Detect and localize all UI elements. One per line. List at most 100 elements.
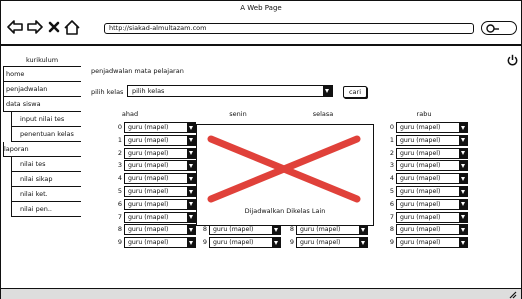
slot-number: 7 [117,212,122,221]
chevron-down-icon [187,148,195,158]
slot-number: 8 [389,225,394,234]
teacher-select-value: guru (mapel) [400,188,441,195]
logout-button[interactable] [507,54,518,68]
chevron-down-icon [187,238,195,248]
sidebar-item-nilai-ket[interactable]: nilai ket. [11,187,81,202]
kelas-label: pilih kelas [91,88,124,96]
sidebar-item-nilai-pen[interactable]: nilai pen.. [11,202,81,217]
teacher-select-value: guru (mapel) [128,175,169,183]
slot-number: 4 [389,174,394,183]
back-button[interactable] [7,16,23,38]
sidebar-item-penentuan-kelas[interactable]: penentuan kelas [11,127,81,142]
teacher-select-value: guru (mapel) [400,136,441,144]
slot-number: 1 [117,135,122,144]
sidebar-item-nilai-tes[interactable]: nilai tes [11,157,81,172]
teacher-select-ahad-4[interactable]: guru (mapel) [124,173,196,185]
teacher-select-value: guru (mapel) [400,200,441,208]
conflict-overlay: Dijadwalkan Dikelas Lain [196,124,374,226]
teacher-select-selasa-9[interactable]: guru (mapel) [296,237,368,249]
teacher-select-ahad-7[interactable]: guru (mapel) [124,211,196,223]
teacher-select-ahad-2[interactable]: guru (mapel) [124,147,196,159]
chevron-down-icon [187,225,195,235]
teacher-select-value: guru (mapel) [128,226,169,234]
chevron-down-icon [187,174,195,184]
slot-number: 6 [389,199,394,208]
chevron-down-icon [187,135,195,145]
teacher-select-rabu-2[interactable]: guru (mapel) [396,147,468,159]
stop-button[interactable] [48,16,60,38]
kelas-select[interactable]: pilih kelas [127,85,333,97]
slot-number: 6 [117,199,122,208]
sidebar-item-nilai-sikap[interactable]: nilai sikap [11,172,81,187]
chevron-down-icon [459,161,467,171]
teacher-select-value: guru (mapel) [128,124,169,131]
browser-window: A Web Page http://siakad-almultazam.com [0,0,522,299]
sidebar-item-label: input nilai tes [20,115,65,123]
teacher-select-ahad-1[interactable]: guru (mapel) [124,134,196,146]
chevron-down-icon [459,225,467,235]
teacher-select-value: guru (mapel) [400,239,441,247]
teacher-select-senin-9[interactable]: guru (mapel) [209,237,281,249]
teacher-select-rabu-8[interactable]: guru (mapel) [396,224,468,236]
teacher-select-ahad-0[interactable]: guru (mapel) [124,122,196,133]
chevron-down-icon [459,212,467,222]
slot-number: 3 [389,161,394,170]
chevron-down-icon [187,199,195,209]
sidebar-item-laporan[interactable]: laporan [3,142,81,157]
slot-number: 9 [289,238,294,247]
teacher-select-ahad-8[interactable]: guru (mapel) [124,224,196,236]
cari-button[interactable]: cari [343,86,367,98]
teacher-select-value: guru (mapel) [213,239,254,247]
chevron-down-icon [323,86,332,96]
teacher-select-ahad-3[interactable]: guru (mapel) [124,160,196,172]
slot-number: 0 [117,123,122,131]
sidebar-item-label: nilai ket. [20,190,48,198]
teacher-select-ahad-9[interactable]: guru (mapel) [124,237,196,249]
sidebar-item-input-nilai-tes[interactable]: input nilai tes [11,112,81,127]
teacher-select-rabu-3[interactable]: guru (mapel) [396,160,468,172]
teacher-select-rabu-0[interactable]: guru (mapel) [396,122,468,133]
chevron-down-icon [459,135,467,145]
sidebar-item-penjadwalan[interactable]: penjadwalan [3,82,81,97]
slot-number: 9 [389,238,394,247]
sidebar-item-label: penentuan kelas [20,130,74,138]
teacher-select-rabu-1[interactable]: guru (mapel) [396,134,468,146]
teacher-select-value: guru (mapel) [213,226,254,234]
home-button[interactable] [64,16,80,38]
teacher-select-rabu-4[interactable]: guru (mapel) [396,173,468,185]
search-icon [486,24,499,33]
teacher-select-value: guru (mapel) [300,239,341,247]
teacher-select-value: guru (mapel) [128,136,169,144]
chevron-down-icon [359,238,367,248]
resize-grip-icon[interactable] [508,290,517,299]
chevron-down-icon [459,187,467,196]
home-icon [64,19,80,35]
slot-number: 9 [202,238,207,247]
teacher-select-rabu-9[interactable]: guru (mapel) [396,237,468,249]
slot-number: 0 [389,123,394,131]
teacher-select-value: guru (mapel) [128,200,169,208]
day-header-ahad: ahad [121,110,139,118]
browser-search-button[interactable] [481,21,517,35]
window-title: A Web Page [240,4,282,12]
close-icon [48,21,60,33]
sidebar-item-home[interactable]: home [3,67,81,82]
status-bar [1,288,521,299]
slot-number: 7 [389,212,394,221]
forward-button[interactable] [27,16,43,38]
sidebar-item-label: data siswa [6,100,41,108]
forward-arrow-icon [27,20,43,34]
teacher-select-ahad-6[interactable]: guru (mapel) [124,198,196,210]
chevron-down-icon [187,161,195,171]
sidebar-item-data-siswa[interactable]: data siswa [3,97,81,112]
slot-number: 8 [117,225,122,234]
teacher-select-value: guru (mapel) [400,149,441,157]
teacher-select-rabu-7[interactable]: guru (mapel) [396,211,468,223]
teacher-select-ahad-5[interactable]: guru (mapel) [124,186,196,197]
teacher-select-rabu-6[interactable]: guru (mapel) [396,198,468,210]
slot-number: 4 [117,174,122,183]
teacher-select-rabu-5[interactable]: guru (mapel) [396,186,468,197]
url-input[interactable]: http://siakad-almultazam.com [104,23,474,34]
teacher-select-value: guru (mapel) [400,162,441,170]
day-header-selasa: selasa [312,110,334,118]
